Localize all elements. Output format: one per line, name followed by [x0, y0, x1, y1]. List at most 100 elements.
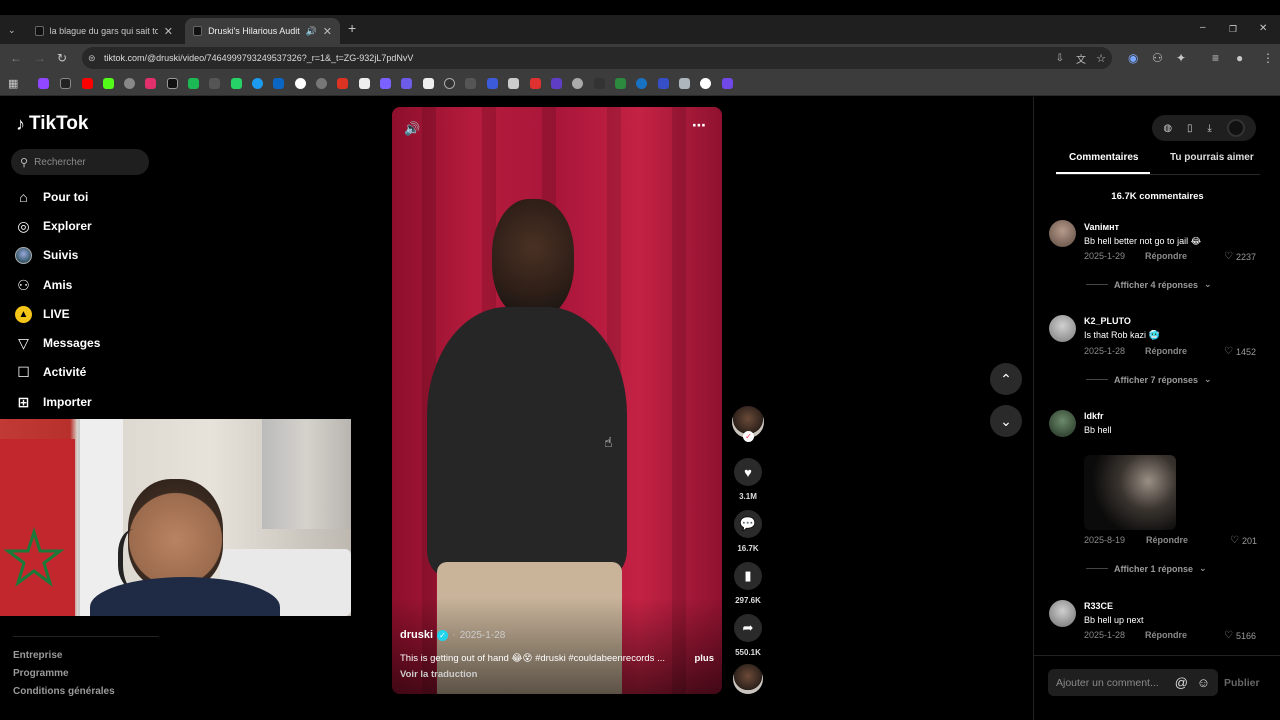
tab-druski[interactable]: Druski's Hilarious Audition 🔊 ✕ — [185, 18, 340, 44]
bookmark-icon[interactable] — [82, 78, 93, 89]
nav-item-importer[interactable]: ⊞ Importer — [15, 391, 92, 413]
reply-button[interactable]: Répondre — [1145, 346, 1187, 356]
nav-item-amis[interactable]: ⚇ Amis — [15, 274, 72, 296]
tab-tu-pourrais-aimer[interactable]: Tu pourrais aimer — [1170, 152, 1254, 163]
caption-more-button[interactable]: plus — [694, 653, 714, 664]
bookmark-icon[interactable] — [572, 78, 583, 89]
profile-avatar-icon[interactable]: ● — [1236, 52, 1243, 64]
audio-playing-icon[interactable]: 🔊 — [306, 26, 317, 37]
comment-username[interactable]: R33CE — [1084, 601, 1113, 611]
footer-link-conditions[interactable]: Conditions générales — [13, 686, 115, 697]
bookmark-icon[interactable] — [401, 78, 412, 89]
more-options-icon[interactable]: ⋯ — [692, 117, 706, 134]
bookmark-icon[interactable] — [231, 78, 242, 89]
bookmark-icon[interactable] — [295, 78, 306, 89]
bookmark-icon[interactable] — [423, 78, 434, 89]
comment-avatar[interactable] — [1049, 410, 1076, 437]
nav-item-explorer[interactable]: ◎ Explorer — [15, 215, 91, 237]
follow-check-icon[interactable]: ✓ — [743, 431, 754, 442]
comment-avatar[interactable] — [1049, 315, 1076, 342]
nav-item-activite[interactable]: ☐ Activité — [15, 361, 86, 383]
close-tab-icon[interactable]: ✕ — [164, 25, 173, 38]
previous-video-button[interactable]: ⌃ — [990, 363, 1022, 395]
media-control-icon[interactable]: ≡ — [1212, 52, 1219, 64]
bookmark-icon[interactable] — [103, 78, 114, 89]
maximize-icon[interactable]: ❐ — [1229, 23, 1237, 35]
bookmark-icon[interactable] — [359, 78, 370, 89]
bookmark-icon[interactable] — [124, 78, 135, 89]
bookmark-icon[interactable] — [722, 78, 733, 89]
nav-item-messages[interactable]: ▽ Messages — [15, 332, 100, 354]
comment-username[interactable]: K2_PLUTO — [1084, 316, 1131, 326]
bookmark-icon[interactable] — [444, 78, 455, 89]
minimize-icon[interactable]: – — [1200, 22, 1206, 34]
download-icon[interactable]: ⤓ — [1207, 123, 1211, 134]
show-replies-button[interactable]: Afficher 7 réponses ⌄ — [1086, 374, 1212, 385]
bookmark-icon[interactable] — [167, 78, 178, 89]
save-button[interactable]: ▮ — [734, 562, 762, 590]
bookmark-icon[interactable] — [700, 78, 711, 89]
extension-icon[interactable]: ◉ — [1128, 52, 1138, 64]
reply-button[interactable]: Répondre — [1146, 535, 1188, 545]
nav-item-pour-toi[interactable]: ⌂ Pour toi — [15, 186, 88, 208]
nav-item-live[interactable]: ▲ LIVE — [15, 303, 70, 325]
address-bar[interactable]: ⊜ tiktok.com/@druski/video/7464999793249… — [82, 47, 1112, 69]
show-replies-button[interactable]: Afficher 1 réponse ⌄ — [1086, 563, 1207, 574]
reply-button[interactable]: Répondre — [1145, 251, 1187, 261]
like-button[interactable]: ♥ — [734, 458, 762, 486]
bookmark-icon[interactable] — [658, 78, 669, 89]
bookmark-icon[interactable] — [679, 78, 690, 89]
next-video-button[interactable]: ⌄ — [990, 405, 1022, 437]
share-button[interactable]: ➦ — [734, 614, 762, 642]
tab-blague[interactable]: la blague du gars qui sait tout 😂 ✕ — [27, 18, 181, 44]
search-input[interactable]: ⚲ Rechercher — [11, 149, 149, 175]
bookmark-icon[interactable] — [60, 78, 71, 89]
comment-avatar[interactable] — [1049, 600, 1076, 627]
show-replies-button[interactable]: Afficher 4 réponses ⌄ — [1086, 279, 1212, 290]
sound-avatar[interactable] — [733, 664, 763, 694]
extension-icon[interactable]: ⚇ — [1152, 52, 1163, 64]
bookmark-icon[interactable] — [145, 78, 156, 89]
back-icon[interactable]: ← — [10, 52, 22, 64]
mobile-icon[interactable]: ▯ — [1187, 123, 1193, 134]
comment-username[interactable]: Vaniᴍʜᴛ — [1084, 222, 1119, 232]
bookmark-icon[interactable] — [252, 78, 263, 89]
profile-circle-icon[interactable] — [1226, 119, 1245, 137]
emoji-icon[interactable]: ☺ — [1197, 675, 1210, 690]
translate-icon[interactable]: 文 — [1076, 51, 1086, 66]
bookmark-icon[interactable] — [615, 78, 626, 89]
bookmark-icon[interactable] — [337, 78, 348, 89]
tiktok-logo[interactable]: ♪ TikTok — [16, 113, 88, 135]
comment-image[interactable] — [1084, 455, 1176, 530]
bookmark-icon[interactable] — [508, 78, 519, 89]
comment-like-button[interactable]: ♡ 201 — [1230, 535, 1257, 546]
new-tab-icon[interactable]: + — [348, 21, 356, 35]
comment-input[interactable]: Ajouter un comment... @ ☺ — [1048, 669, 1218, 696]
bookmark-icon[interactable] — [530, 78, 541, 89]
mention-icon[interactable]: @ — [1175, 675, 1188, 690]
extensions-puzzle-icon[interactable]: ✦ — [1176, 52, 1186, 64]
bookmark-icon[interactable] — [380, 78, 391, 89]
close-tab-icon[interactable]: ✕ — [323, 25, 332, 38]
bookmark-icon[interactable] — [273, 78, 284, 89]
compass-small-icon[interactable]: ◍ — [1163, 123, 1172, 134]
comment-like-button[interactable]: ♡ 5166 — [1224, 630, 1256, 641]
forward-icon[interactable]: → — [34, 52, 46, 64]
menu-kebab-icon[interactable]: ⋮ — [1262, 52, 1274, 64]
reload-icon[interactable]: ↻ — [57, 52, 67, 64]
footer-link-programme[interactable]: Programme — [13, 668, 69, 679]
apps-grid-icon[interactable]: ▦ — [8, 78, 18, 90]
bookmark-star-icon[interactable]: ☆ — [1096, 52, 1106, 65]
reply-button[interactable]: Répondre — [1145, 630, 1187, 640]
comment-username[interactable]: ldkfr — [1084, 411, 1104, 421]
author-name[interactable]: druski — [400, 629, 433, 641]
comment-like-button[interactable]: ♡ 1452 — [1224, 346, 1256, 357]
volume-icon[interactable]: 🔊 — [404, 121, 420, 137]
tab-commentaires[interactable]: Commentaires — [1069, 152, 1138, 163]
bookmark-icon[interactable] — [316, 78, 327, 89]
nav-item-suivis[interactable]: Suivis — [15, 244, 78, 266]
bookmark-icon[interactable] — [38, 78, 49, 89]
close-window-icon[interactable]: ✕ — [1259, 23, 1267, 35]
site-info-icon[interactable]: ⊜ — [88, 53, 96, 64]
publish-button[interactable]: Publier — [1224, 677, 1260, 689]
